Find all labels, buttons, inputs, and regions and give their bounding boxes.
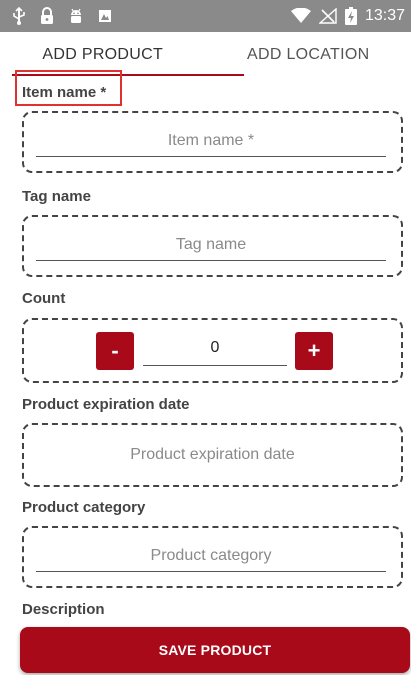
- item-name-label: Item name *: [22, 84, 107, 101]
- category-input[interactable]: [36, 540, 386, 572]
- category-field-container: [22, 526, 403, 588]
- tag-name-input[interactable]: [36, 229, 386, 261]
- tab-add-location[interactable]: ADD LOCATION: [206, 32, 411, 78]
- expiration-date-label: Product expiration date: [22, 396, 190, 413]
- photo-icon: [98, 8, 112, 24]
- expiration-date-picker[interactable]: Product expiration date: [24, 425, 401, 485]
- tag-name-label: Tag name: [22, 188, 91, 205]
- android-icon: [68, 7, 84, 25]
- status-right-icons: 13:37: [290, 7, 405, 25]
- no-signal-icon: [318, 8, 337, 24]
- item-name-input[interactable]: [36, 125, 386, 157]
- save-product-button[interactable]: SAVE PRODUCT: [20, 627, 410, 673]
- battery-charging-icon: [344, 7, 357, 25]
- status-left-icons: [12, 7, 112, 25]
- status-time: 13:37: [364, 7, 405, 24]
- usb-icon: [12, 7, 26, 25]
- increment-button[interactable]: +: [295, 332, 333, 370]
- expiration-date-field-container: Product expiration date: [22, 423, 403, 487]
- count-label: Count: [22, 290, 66, 307]
- decrement-button[interactable]: -: [96, 332, 134, 370]
- wifi-icon: [290, 8, 311, 24]
- description-label: Description: [22, 601, 105, 618]
- category-label: Product category: [22, 499, 146, 516]
- count-field-container: - 0 +: [22, 318, 403, 383]
- lock-icon: [40, 7, 54, 25]
- status-bar: 13:37: [0, 0, 411, 32]
- count-value-field[interactable]: 0: [143, 332, 287, 366]
- tag-name-field-container: [22, 215, 403, 277]
- item-name-field-container: [22, 111, 403, 173]
